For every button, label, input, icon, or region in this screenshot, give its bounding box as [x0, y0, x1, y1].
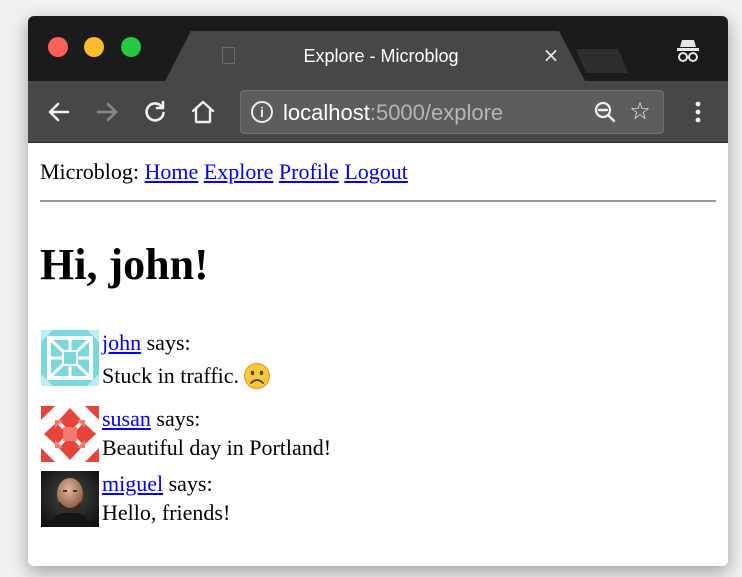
post-item: john says: Stuck in traffic. — [41, 330, 721, 392]
minimize-window-button[interactable] — [84, 37, 104, 57]
author-link[interactable]: john — [102, 330, 141, 355]
new-tab-button[interactable] — [576, 49, 628, 73]
frowning-face-icon — [244, 362, 271, 389]
tab-bar: Explore - Microblog × — [28, 16, 728, 81]
post-body: Beautiful day in Portland! — [102, 435, 331, 461]
incognito-icon — [677, 40, 699, 62]
bookmark-star-icon[interactable]: ☆ — [626, 97, 654, 125]
avatar-susan — [41, 406, 99, 462]
reload-icon[interactable] — [142, 99, 168, 125]
address-bar[interactable]: i localhost:5000/explore ☆ — [240, 90, 664, 134]
url-path: :5000/explore — [369, 100, 504, 125]
nav-link-explore[interactable]: Explore — [204, 159, 274, 184]
post-header: miguel says: — [102, 471, 213, 497]
close-window-button[interactable] — [48, 37, 68, 57]
post-item: susan says: Beautiful day in Portland! — [41, 406, 721, 464]
nav-divider — [40, 200, 716, 202]
says-label: says: — [168, 471, 213, 496]
post-header: susan says: — [102, 406, 200, 432]
zoom-window-button[interactable] — [121, 37, 141, 57]
author-link[interactable]: susan — [102, 406, 151, 431]
post-body: Stuck in traffic. — [102, 362, 271, 390]
home-icon[interactable] — [190, 99, 216, 125]
brand-label: Microblog: — [40, 159, 139, 184]
tab-title: Explore - Microblog — [303, 46, 459, 66]
page-content: Microblog: Home Explore Profile Logout H… — [28, 143, 728, 566]
tab-close-icon[interactable]: × — [540, 44, 562, 66]
avatar-miguel — [41, 471, 99, 527]
nav-link-logout[interactable]: Logout — [344, 159, 408, 184]
nav-link-home[interactable]: Home — [145, 159, 199, 184]
more-options-icon[interactable] — [686, 99, 710, 125]
browser-toolbar: i localhost:5000/explore ☆ — [28, 81, 728, 143]
avatar-john — [41, 330, 99, 386]
post-item: miguel says: Hello, friends! — [41, 471, 721, 531]
url-text[interactable]: localhost:5000/explore — [283, 100, 503, 126]
zoom-out-icon[interactable] — [593, 100, 617, 124]
post-body: Hello, friends! — [102, 500, 230, 526]
url-host: localhost — [283, 100, 370, 125]
post-text: Hello, friends! — [102, 500, 231, 525]
says-label: says: — [146, 330, 191, 355]
says-label: says: — [156, 406, 201, 431]
post-text: Beautiful day in Portland! — [102, 435, 332, 460]
page-title: Hi, john! — [40, 240, 209, 289]
forward-arrow-icon[interactable] — [94, 99, 120, 125]
author-link[interactable]: miguel — [102, 471, 163, 496]
post-text: Stuck in traffic. — [102, 363, 240, 388]
back-arrow-icon[interactable] — [46, 99, 72, 125]
site-nav: Microblog: Home Explore Profile Logout — [40, 159, 408, 185]
site-info-icon[interactable]: i — [251, 101, 273, 123]
browser-window: Explore - Microblog × i localhost:5000/e… — [28, 16, 728, 566]
post-header: john says: — [102, 330, 191, 356]
tab-explore[interactable]: Explore - Microblog × — [165, 31, 585, 81]
nav-link-profile[interactable]: Profile — [279, 159, 339, 184]
